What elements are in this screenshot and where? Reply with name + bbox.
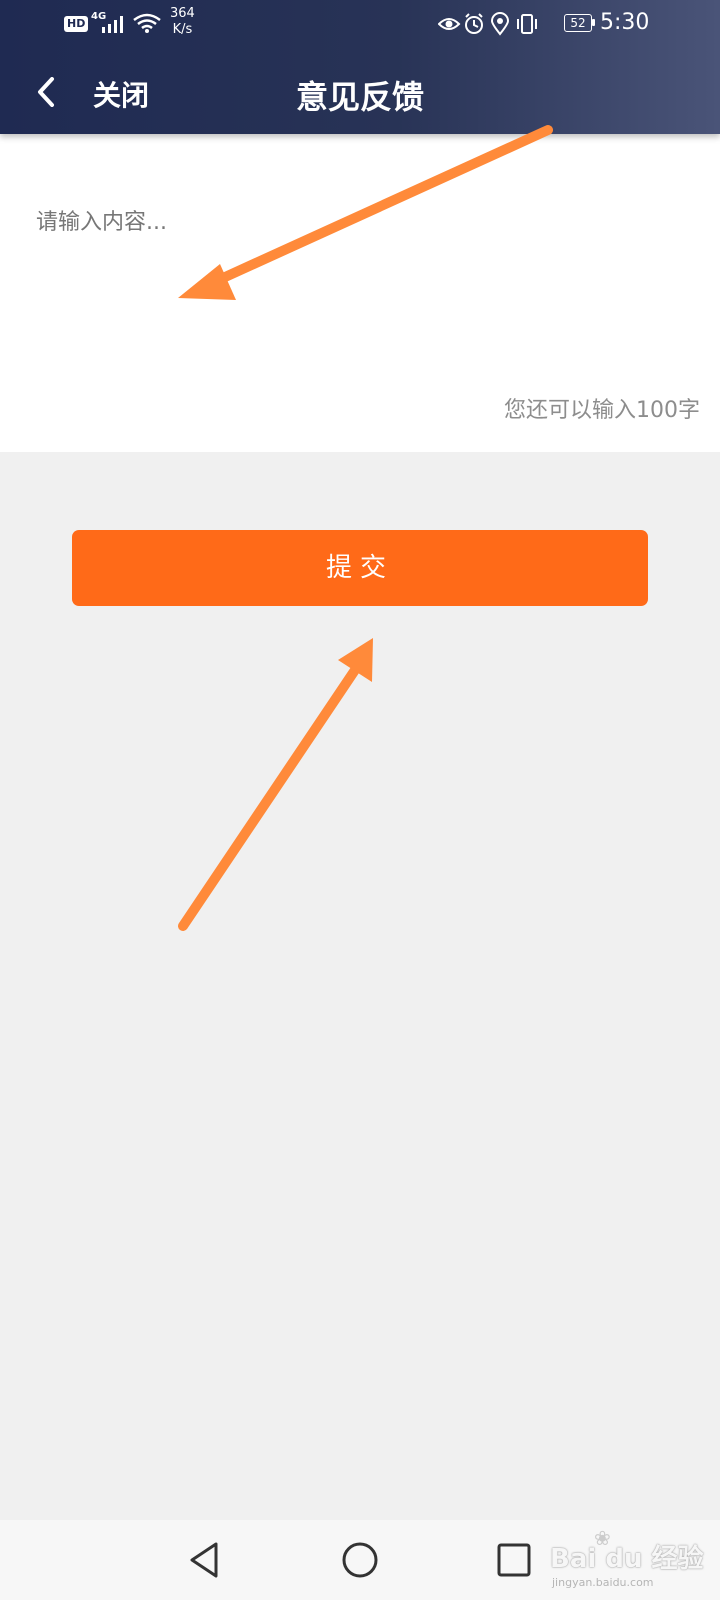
recents-square-icon[interactable] bbox=[494, 1540, 534, 1580]
feedback-form: 您还可以输入100字 bbox=[0, 134, 720, 452]
battery-tip bbox=[592, 19, 595, 26]
annotation-arrow-to-submit bbox=[178, 638, 373, 931]
battery-icon: 52 bbox=[564, 14, 592, 32]
watermark-logo: Bai du 经验 bbox=[550, 1544, 704, 1574]
app-header: HD 4G 364 K/s 52 5:30 关闭 意见反馈 bbox=[0, 0, 720, 134]
back-triangle-icon[interactable] bbox=[186, 1540, 222, 1580]
network-speed-unit: K/s bbox=[172, 22, 193, 37]
char-counter: 您还可以输入100字 bbox=[504, 398, 700, 423]
network-speed: 364 K/s bbox=[170, 6, 195, 38]
page-title: 意见反馈 bbox=[295, 78, 424, 116]
clock: 5:30 bbox=[600, 10, 650, 35]
system-nav-bar: ❀ Bai du 经验 jingyan.baidu.com bbox=[0, 1520, 720, 1600]
home-circle-icon[interactable] bbox=[340, 1540, 380, 1580]
submit-button[interactable]: 提交 bbox=[72, 530, 648, 606]
status-icons bbox=[438, 12, 537, 36]
watermark-site: jingyan.baidu.com bbox=[552, 1576, 654, 1589]
hd-badge: HD bbox=[64, 16, 89, 32]
feedback-input[interactable] bbox=[36, 204, 676, 404]
eye-icon bbox=[438, 18, 461, 30]
location-icon bbox=[490, 12, 510, 36]
nav-bar: 关闭 意见反馈 bbox=[0, 50, 720, 134]
signal-icon bbox=[102, 16, 123, 33]
status-bar: HD 4G 364 K/s 52 5:30 bbox=[0, 0, 720, 48]
vibrate-icon bbox=[517, 14, 537, 34]
alarm-icon bbox=[465, 13, 483, 34]
network-speed-value: 364 bbox=[170, 6, 195, 21]
wifi-icon bbox=[133, 13, 161, 33]
baidu-jingyan-watermark: ❀ Bai du 经验 jingyan.baidu.com bbox=[550, 1526, 710, 1594]
